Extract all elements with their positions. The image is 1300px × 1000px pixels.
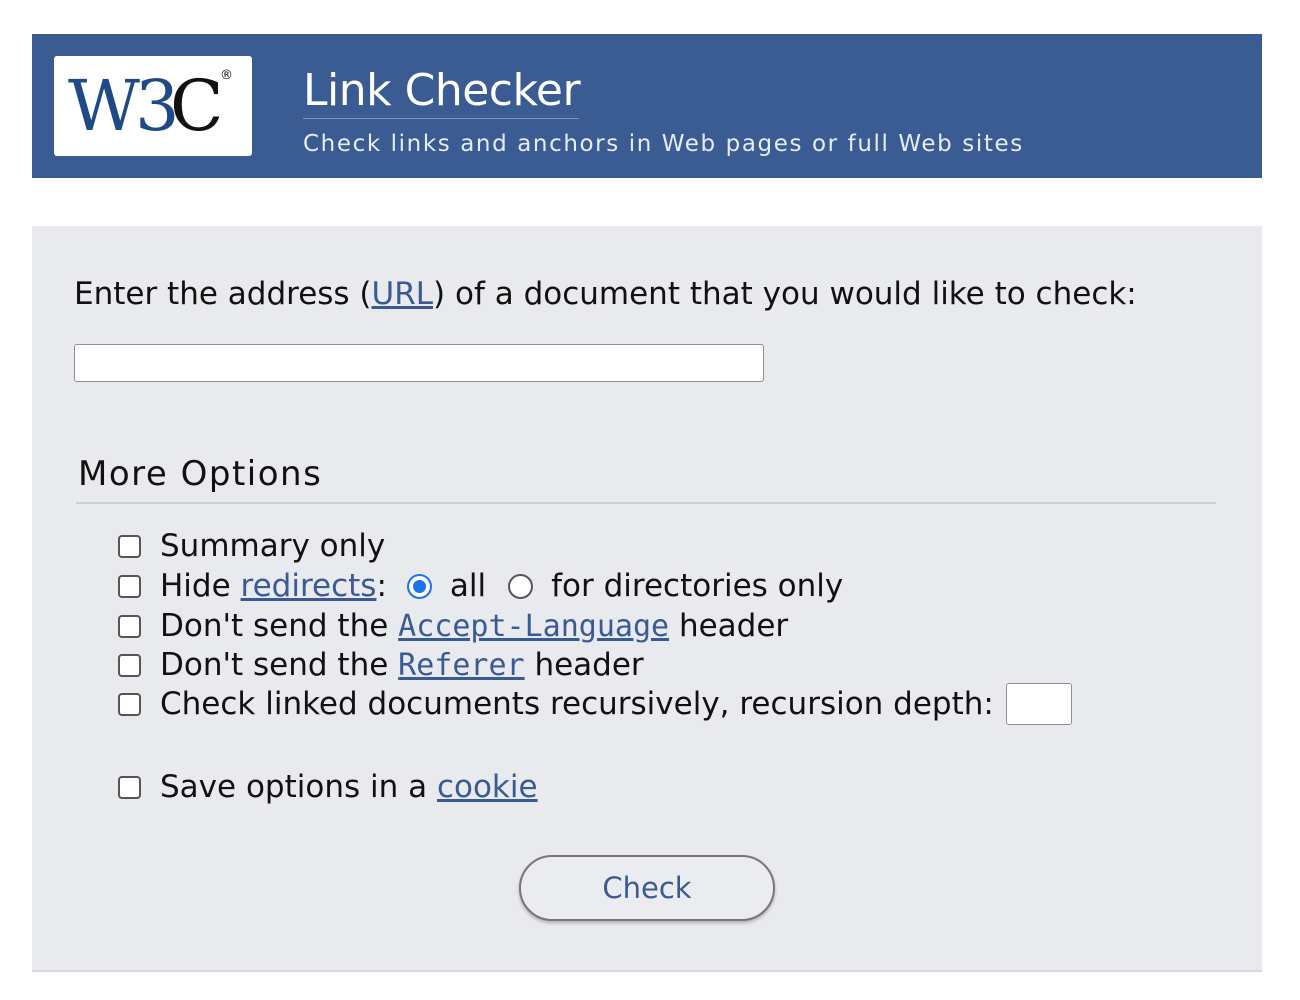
- summary-only-label: Summary only: [160, 528, 386, 564]
- more-options-divider: [76, 502, 1216, 504]
- url-prompt-before: Enter the address (: [74, 276, 372, 312]
- accept-language-checkbox[interactable]: [118, 614, 141, 638]
- save-cookie-prefix: Save options in a: [160, 769, 437, 805]
- check-form-panel: Enter the address (URL) of a document th…: [32, 226, 1262, 972]
- summary-only-checkbox[interactable]: [118, 534, 141, 558]
- page-title: Link Checker: [303, 65, 581, 116]
- referer-checkbox[interactable]: [118, 653, 141, 677]
- accept-language-link[interactable]: Accept-Language: [398, 609, 669, 644]
- page-subtitle: Check links and anchors in Web pages or …: [303, 131, 1024, 157]
- cookie-link[interactable]: cookie: [437, 769, 538, 805]
- accept-language-suffix: header: [669, 608, 789, 644]
- redirect-all-label: all: [449, 568, 487, 604]
- logo-c-glyph: C: [170, 65, 224, 147]
- url-help-link[interactable]: URL: [372, 276, 434, 312]
- accept-language-prefix: Don't send the: [160, 608, 399, 644]
- redirect-directories-radio[interactable]: [508, 573, 534, 599]
- recursive-checkbox[interactable]: [118, 692, 141, 716]
- referer-prefix: Don't send the: [160, 647, 399, 683]
- url-prompt-after: ) of a document that you would like to c…: [433, 276, 1137, 312]
- option-summary-only: Summary only: [118, 526, 385, 566]
- logo-text: W3: [68, 65, 180, 147]
- option-referer: Don't send the Referer header: [118, 645, 644, 685]
- url-input[interactable]: [74, 344, 764, 382]
- redirects-link[interactable]: redirects: [241, 568, 377, 604]
- option-accept-language: Don't send the Accept-Language header: [118, 606, 788, 646]
- recursion-depth-input[interactable]: [1005, 683, 1072, 725]
- hide-redirects-prefix: Hide: [160, 568, 241, 604]
- referer-suffix: header: [524, 647, 644, 683]
- more-options-heading: More Options: [78, 454, 323, 494]
- title-underline: [303, 118, 579, 119]
- save-cookie-checkbox[interactable]: [118, 775, 141, 799]
- option-hide-redirects: Hide redirects : all for directories onl…: [118, 566, 843, 606]
- referer-link[interactable]: Referer: [398, 648, 524, 683]
- registered-mark-icon: ®: [220, 68, 233, 83]
- w3c-logo-icon[interactable]: W3 C ®: [54, 56, 252, 156]
- redirect-directories-label: for directories only: [551, 568, 844, 604]
- option-save-cookie: Save options in a cookie: [118, 767, 538, 807]
- check-button[interactable]: Check: [519, 855, 775, 921]
- url-prompt: Enter the address (URL) of a document th…: [74, 274, 1137, 314]
- hide-redirects-colon: :: [376, 568, 387, 604]
- redirect-all-radio[interactable]: [406, 573, 432, 599]
- option-recursive: Check linked documents recursively, recu…: [118, 683, 1072, 725]
- hide-redirects-checkbox[interactable]: [118, 574, 141, 598]
- header-banner: W3 C ® Link Checker Check links and anch…: [32, 34, 1262, 178]
- recursive-label: Check linked documents recursively, recu…: [160, 686, 994, 722]
